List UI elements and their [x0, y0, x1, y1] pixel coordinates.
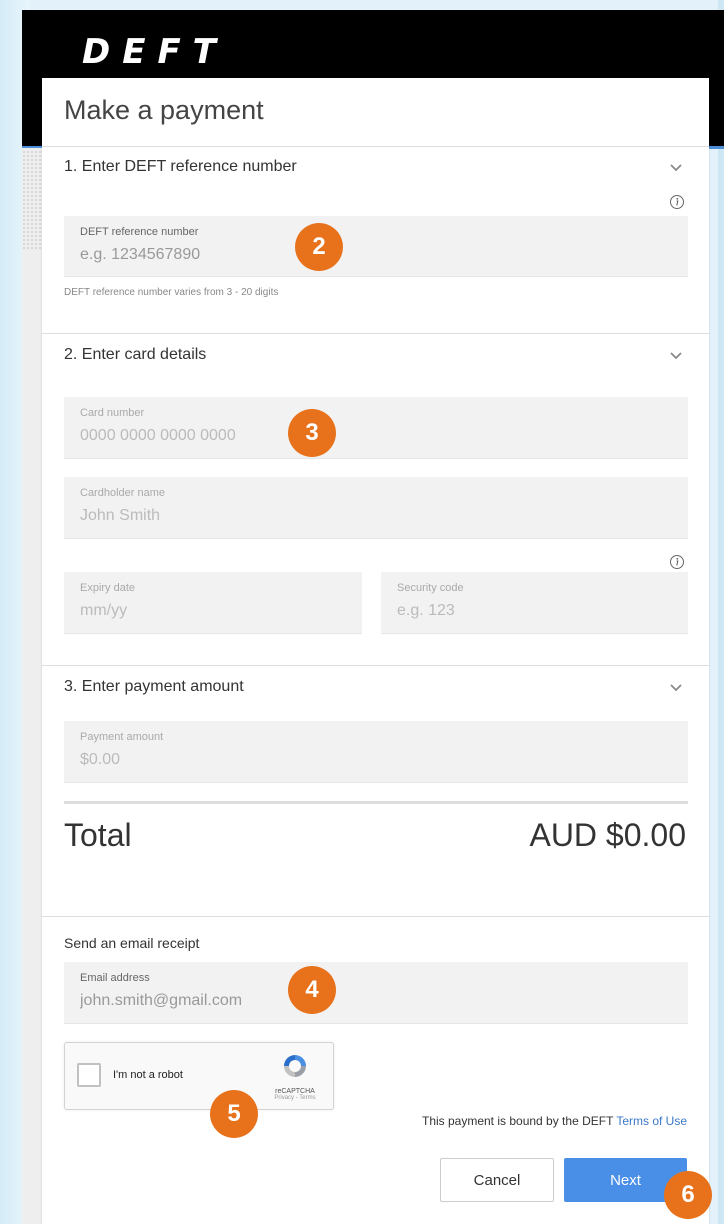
- callout-badge-4: 4: [288, 966, 336, 1014]
- callout-badge-2: 2: [295, 223, 343, 271]
- section-heading-reference[interactable]: 1. Enter DEFT reference number: [64, 158, 297, 176]
- reference-number-field[interactable]: DEFT reference number: [64, 216, 688, 277]
- card-number-field[interactable]: Card number: [64, 397, 688, 459]
- payment-amount-field[interactable]: Payment amount: [64, 721, 688, 783]
- divider: [42, 665, 709, 666]
- recaptcha-label: I'm not a robot: [113, 1069, 183, 1081]
- cardholder-name-label: Cardholder name: [80, 487, 165, 499]
- recaptcha-checkbox[interactable]: [77, 1063, 101, 1087]
- page-title: Make a payment: [64, 95, 264, 125]
- reference-number-label: DEFT reference number: [80, 226, 199, 238]
- callout-badge-5: 5: [210, 1090, 258, 1138]
- recaptcha-links[interactable]: Privacy - Terms: [267, 1095, 323, 1101]
- sidebar-texture: [22, 150, 42, 250]
- cardholder-name-field[interactable]: Cardholder name: [64, 477, 688, 539]
- terms-of-use-link[interactable]: Terms of Use: [616, 1114, 687, 1128]
- divider: [42, 333, 709, 334]
- recaptcha-logo: reCAPTCHA Privacy - Terms: [267, 1051, 323, 1101]
- terms-notice: This payment is bound by the DEFT Terms …: [422, 1114, 687, 1128]
- payment-amount-input[interactable]: [80, 751, 580, 769]
- security-code-field[interactable]: Security code: [381, 572, 688, 634]
- email-address-label: Email address: [80, 972, 150, 984]
- recaptcha-icon: [284, 1055, 306, 1077]
- background-right: [718, 0, 724, 1224]
- chevron-down-icon[interactable]: [668, 680, 684, 696]
- security-code-input[interactable]: [397, 602, 643, 620]
- info-icon[interactable]: [669, 194, 685, 210]
- expiry-date-field[interactable]: Expiry date: [64, 572, 362, 634]
- total-label: Total: [64, 817, 132, 853]
- deft-logo: DEFT: [82, 32, 228, 72]
- recaptcha-widget: I'm not a robot reCAPTCHA Privacy - Term…: [64, 1042, 334, 1110]
- reference-number-hint: DEFT reference number varies from 3 - 20…: [64, 287, 279, 298]
- expiry-date-input[interactable]: [80, 602, 319, 620]
- chevron-down-icon[interactable]: [668, 348, 684, 364]
- sidebar-panel: [22, 148, 42, 1224]
- terms-prefix: This payment is bound by the DEFT: [421, 1114, 617, 1128]
- info-icon[interactable]: [669, 554, 685, 570]
- email-address-field[interactable]: Email address: [64, 962, 688, 1024]
- section-heading-amount[interactable]: 3. Enter payment amount: [64, 678, 244, 696]
- cancel-button[interactable]: Cancel: [440, 1158, 554, 1202]
- callout-badge-3: 3: [288, 409, 336, 457]
- recaptcha-brand: reCAPTCHA: [275, 1088, 315, 1095]
- total-divider: [64, 801, 688, 804]
- divider: [42, 916, 709, 917]
- expiry-date-label: Expiry date: [80, 582, 136, 594]
- divider: [42, 146, 709, 147]
- payment-amount-label: Payment amount: [80, 731, 164, 743]
- cardholder-name-input[interactable]: [80, 507, 580, 525]
- chevron-down-icon[interactable]: [668, 160, 684, 176]
- callout-badge-6: 6: [664, 1171, 712, 1219]
- total-value: AUD $0.00: [529, 817, 686, 853]
- card-number-label: Card number: [80, 407, 145, 419]
- email-receipt-heading: Send an email receipt: [64, 935, 200, 951]
- security-code-label: Security code: [397, 582, 464, 594]
- section-heading-card[interactable]: 2. Enter card details: [64, 346, 206, 364]
